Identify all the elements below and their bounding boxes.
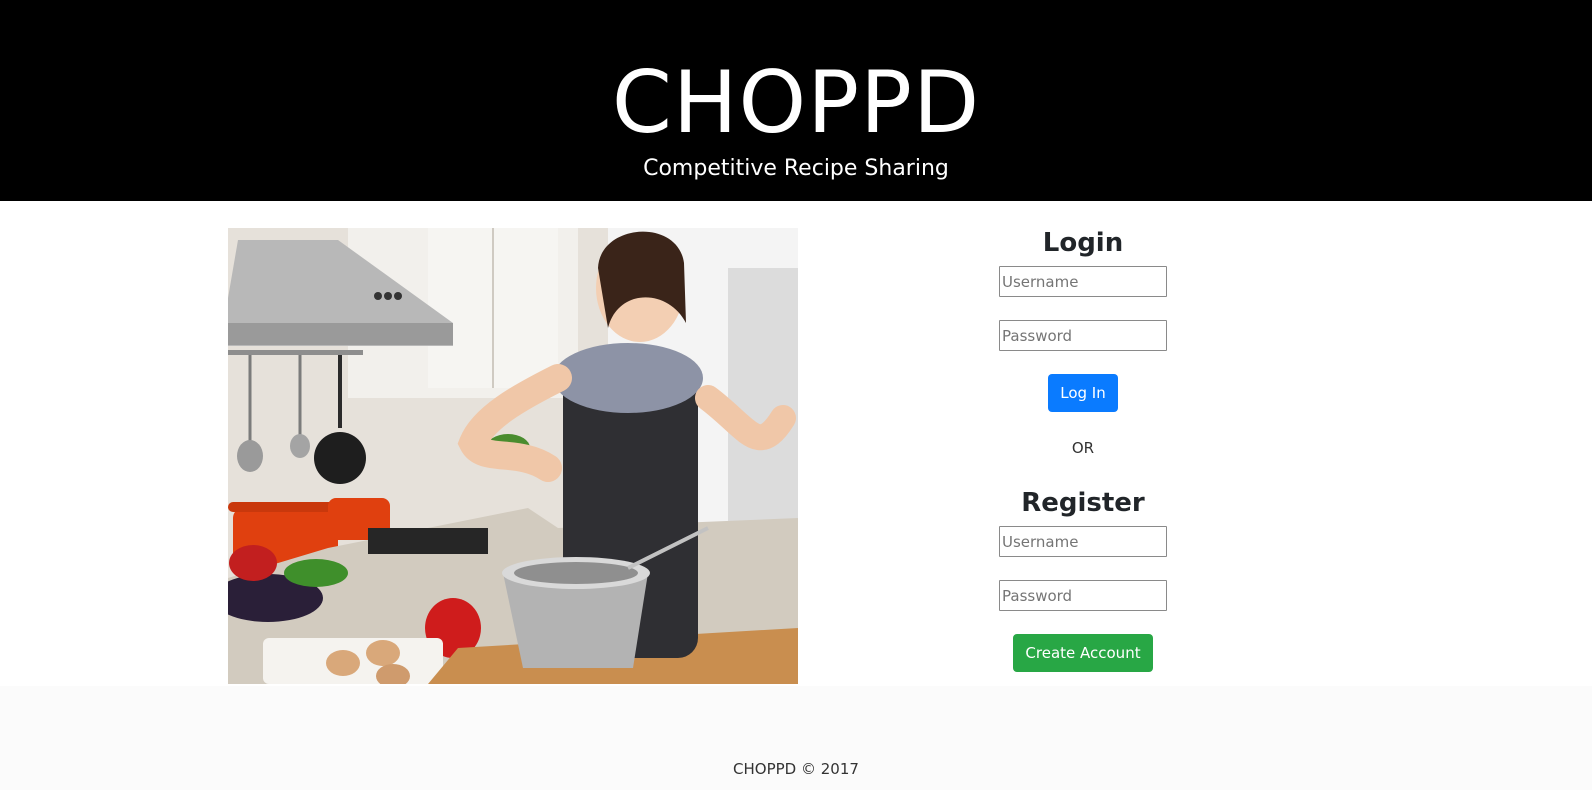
footer-copyright: CHOPPD © 2017	[733, 760, 859, 778]
hero-image	[228, 228, 798, 684]
site-tagline: Competitive Recipe Sharing	[643, 156, 949, 181]
register-username-input[interactable]	[999, 526, 1167, 557]
login-button[interactable]: Log In	[1048, 374, 1118, 412]
or-divider: OR	[1071, 439, 1095, 457]
register-password-input[interactable]	[999, 580, 1167, 611]
login-password-input[interactable]	[999, 320, 1167, 351]
site-logo: CHOPPD	[611, 53, 981, 153]
login-username-input[interactable]	[999, 266, 1167, 297]
login-heading: Login	[1042, 228, 1124, 258]
create-account-button[interactable]: Create Account	[1013, 634, 1153, 672]
site-header: CHOPPD Competitive Recipe Sharing	[0, 0, 1592, 201]
register-heading: Register	[1021, 488, 1145, 518]
auth-panel: Login Log In OR Register Create Account	[983, 224, 1183, 672]
